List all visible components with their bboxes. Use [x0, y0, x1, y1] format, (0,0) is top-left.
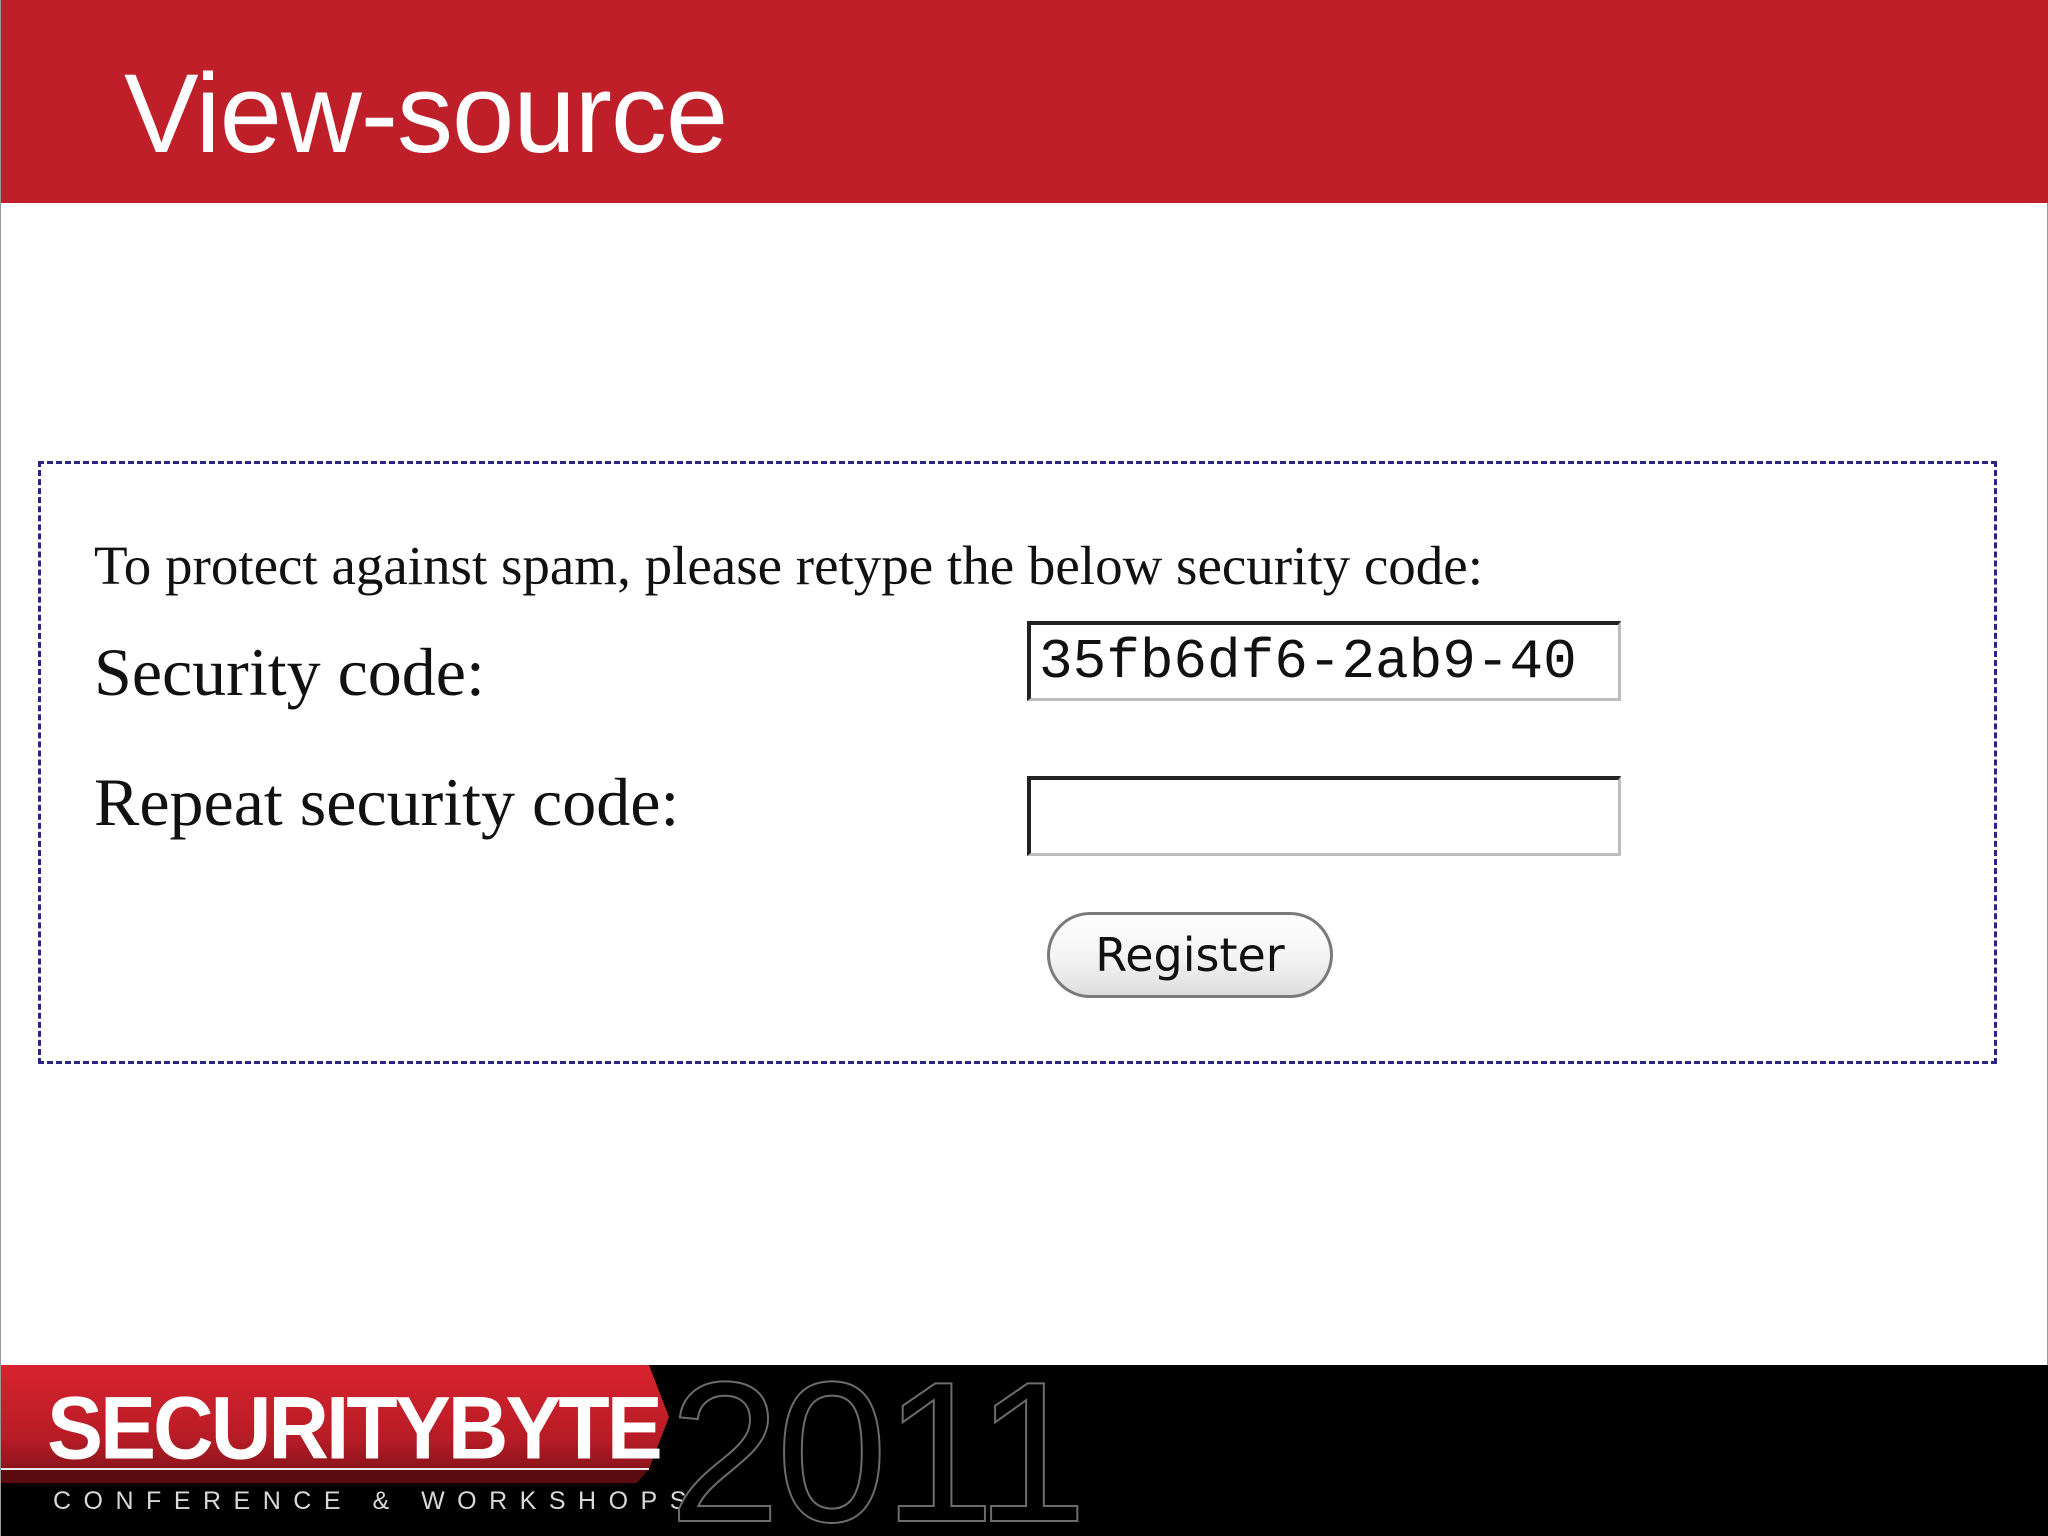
repeat-security-code-label: Repeat security code:	[94, 764, 680, 840]
conference-tagline: CONFERENCE & WORKSHOPS	[53, 1487, 699, 1515]
register-button[interactable]: Register	[1047, 912, 1333, 998]
slide: View-source To protect against spam, ple…	[0, 0, 2048, 1536]
footer-banner: SECURITYBYTE CONFERENCE & WORKSHOPS 2011	[1, 1365, 2048, 1536]
spam-instructions: To protect against spam, please retype t…	[94, 535, 1483, 596]
securitybyte-logo-text: SECURITYBYTE	[47, 1377, 663, 1478]
title-bar: View-source	[1, 0, 2048, 203]
slide-title: View-source	[124, 51, 728, 176]
security-code-label: Security code:	[94, 634, 485, 710]
conference-year: 2011	[668, 1365, 1088, 1536]
security-code-field[interactable]	[1027, 621, 1621, 701]
repeat-security-code-field[interactable]	[1027, 776, 1621, 856]
